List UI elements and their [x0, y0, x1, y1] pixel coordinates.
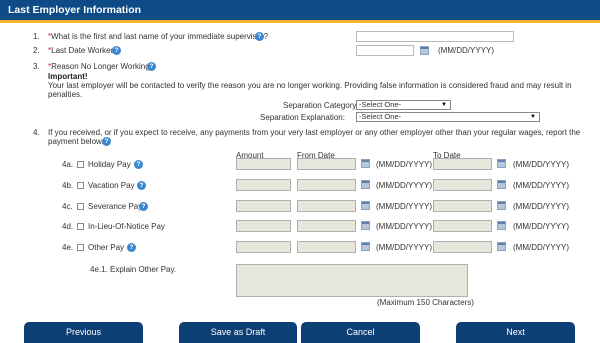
date-format-hint: (MM/DD/YYYY) [376, 160, 432, 169]
q2-label: *Last Date Worked [48, 46, 116, 55]
cancel-button[interactable]: Cancel [301, 322, 420, 343]
next-button[interactable]: Next [456, 322, 575, 343]
row-number: 4a. [62, 160, 74, 169]
date-format-hint: (MM/DD/YYYY) [513, 202, 569, 211]
explain-other-pay-label: 4e.1. Explain Other Pay. [90, 265, 177, 274]
row-number: 4b. [62, 181, 74, 190]
pay-type-label: Holiday Pay [88, 160, 131, 169]
help-icon[interactable]: ? [147, 62, 156, 71]
last-date-worked-input[interactable] [356, 45, 414, 56]
important-note: Your last employer will be contacted to … [48, 81, 572, 90]
from-date-input[interactable] [297, 220, 356, 232]
help-icon[interactable]: ? [139, 202, 148, 211]
q3-number: 3. [33, 62, 40, 71]
date-format-hint: (MM/DD/YYYY) [513, 160, 569, 169]
date-format-hint: (MM/DD/YYYY) [513, 243, 569, 252]
to-date-input[interactable] [433, 179, 492, 191]
date-format-hint: (MM/DD/YYYY) [513, 181, 569, 190]
supervisor-name-input[interactable] [356, 31, 514, 42]
calendar-icon[interactable] [497, 201, 506, 210]
amount-input[interactable] [236, 158, 291, 170]
amount-input[interactable] [236, 200, 291, 212]
q3-label: *Reason No Longer Working. [48, 62, 152, 71]
calendar-icon[interactable] [497, 180, 506, 189]
pay-type-label: In-Lieu-Of-Notice Pay [88, 222, 165, 231]
calendar-icon[interactable] [497, 242, 506, 251]
q2-number: 2. [33, 46, 40, 55]
date-format-hint: (MM/DD/YYYY) [376, 181, 432, 190]
date-format-hint: (MM/DD/YYYY) [376, 222, 432, 231]
section-header: Last Employer Information [0, 0, 600, 23]
important-note-cont: penalties. [48, 90, 83, 99]
help-icon[interactable]: ? [127, 243, 136, 252]
save-as-draft-button[interactable]: Save as Draft [179, 322, 297, 343]
help-icon[interactable]: ? [137, 181, 146, 190]
checkbox[interactable] [77, 223, 84, 230]
q1-number: 1. [33, 32, 40, 41]
calendar-icon[interactable] [361, 180, 370, 189]
date-format-hint: (MM/DD/YYYY) [376, 243, 432, 252]
amount-input[interactable] [236, 179, 291, 191]
separation-explanation-value: -Select One- [359, 112, 402, 121]
section-title: Last Employer Information [8, 4, 142, 16]
from-date-input[interactable] [297, 158, 356, 170]
to-date-input[interactable] [433, 158, 492, 170]
calendar-icon[interactable] [361, 242, 370, 251]
checkbox[interactable] [77, 182, 84, 189]
separation-category-value: -Select One- [359, 100, 402, 109]
calendar-icon[interactable] [361, 221, 370, 230]
from-date-input[interactable] [297, 200, 356, 212]
help-icon[interactable]: ? [134, 160, 143, 169]
q1-label: *What is the first and last name of your… [48, 32, 269, 41]
separation-category-label: Separation Category: [283, 101, 359, 110]
date-format-hint: (MM/DD/YYYY) [513, 222, 569, 231]
previous-button[interactable]: Previous [24, 322, 143, 343]
from-date-input[interactable] [297, 241, 356, 253]
pay-type-label: Severance Pay [88, 202, 143, 211]
separation-explanation-select[interactable]: -Select One- ▼ [356, 112, 540, 122]
amount-input[interactable] [236, 220, 291, 232]
separation-category-select[interactable]: -Select One- ▼ [356, 100, 451, 110]
date-format-hint: (MM/DD/YYYY) [438, 46, 494, 55]
important-heading: Important! [48, 72, 88, 81]
to-date-input[interactable] [433, 200, 492, 212]
help-icon[interactable]: ? [255, 32, 264, 41]
q4-text-cont: payment below. [48, 137, 104, 146]
max-characters-note: (Maximum 150 Characters) [377, 298, 474, 307]
q4-text: If you received, or if you expect to rec… [48, 128, 581, 137]
to-date-input[interactable] [433, 241, 492, 253]
calendar-icon[interactable] [361, 159, 370, 168]
help-icon[interactable]: ? [112, 46, 121, 55]
row-number: 4d. [62, 222, 74, 231]
checkbox[interactable] [77, 203, 84, 210]
separation-explanation-label: Separation Explanation: [260, 113, 345, 122]
row-number: 4c. [62, 202, 73, 211]
date-format-hint: (MM/DD/YYYY) [376, 202, 432, 211]
row-number: 4e. [62, 243, 74, 252]
dropdown-arrow-icon: ▼ [530, 114, 536, 120]
amount-input[interactable] [236, 241, 291, 253]
pay-type-label: Vacation Pay [88, 181, 135, 190]
dropdown-arrow-icon: ▼ [441, 102, 447, 108]
calendar-icon[interactable] [497, 159, 506, 168]
from-date-input[interactable] [297, 179, 356, 191]
explain-other-pay-textarea[interactable] [236, 264, 468, 297]
checkbox[interactable] [77, 161, 84, 168]
checkbox[interactable] [77, 244, 84, 251]
pay-type-label: Other Pay [88, 243, 125, 252]
calendar-icon[interactable] [420, 46, 429, 55]
to-date-input[interactable] [433, 220, 492, 232]
q4-number: 4. [33, 128, 40, 137]
calendar-icon[interactable] [361, 201, 370, 210]
calendar-icon[interactable] [497, 221, 506, 230]
help-icon[interactable]: ? [102, 137, 111, 146]
